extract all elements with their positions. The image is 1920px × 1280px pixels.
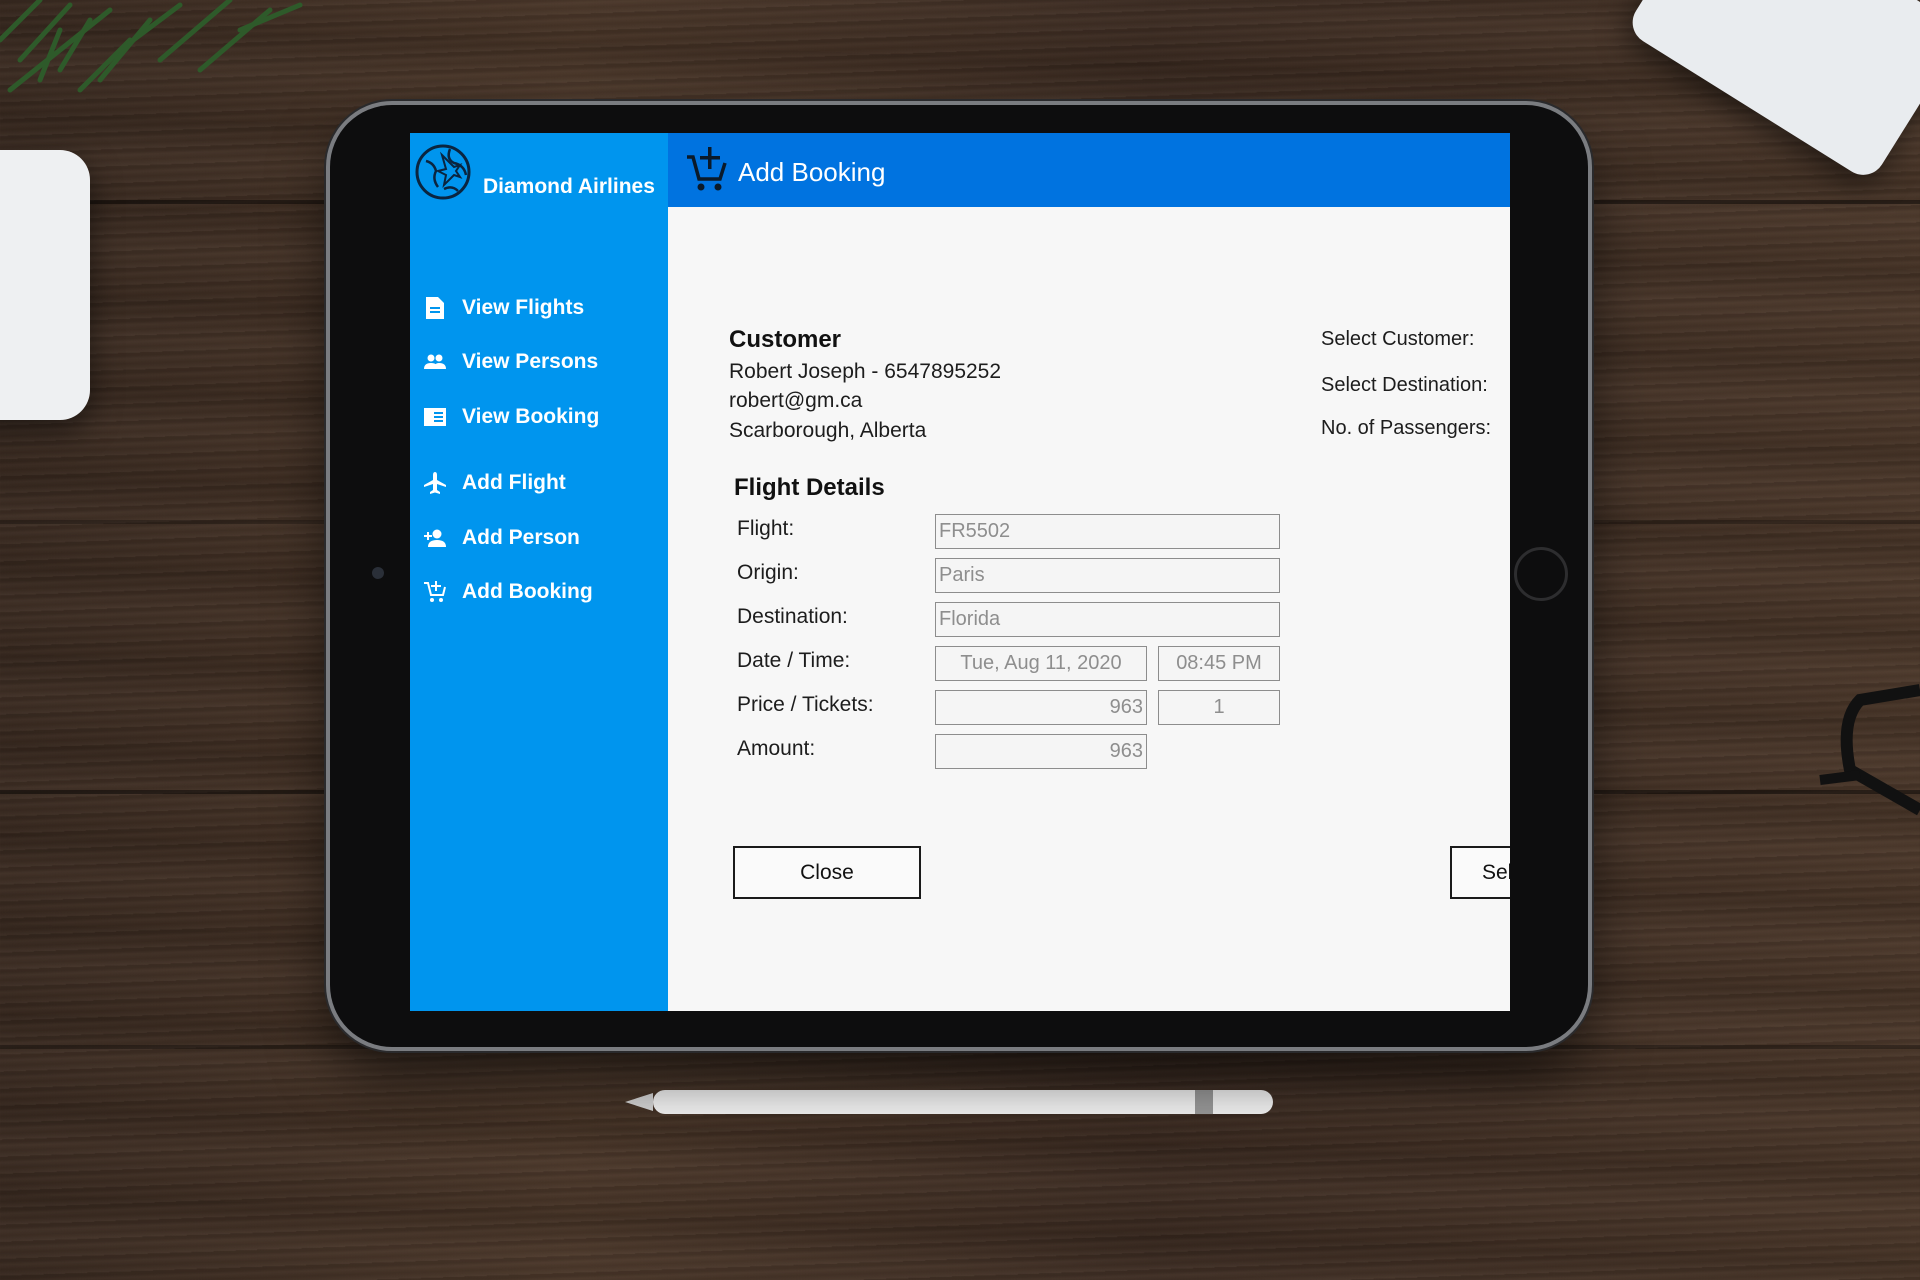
camera-dot	[372, 567, 384, 579]
time-field[interactable]: 08:45 PM	[1158, 646, 1280, 681]
tablet-device: Diamond Airlines View Flights View Perso…	[330, 105, 1588, 1047]
page-title: Add Booking	[738, 157, 886, 187]
sidebar-item-view-persons[interactable]: View Persons	[424, 350, 598, 374]
origin-field[interactable]: Paris	[935, 558, 1280, 593]
sidebar-item-add-flight[interactable]: Add Flight	[424, 471, 566, 495]
brand-name: Diamond Airlines	[483, 175, 655, 198]
date-field[interactable]: Tue, Aug 11, 2020	[935, 646, 1147, 681]
app-screen: Diamond Airlines View Flights View Perso…	[410, 133, 1510, 1011]
eyeglasses-decoration	[1819, 684, 1920, 816]
select-destination-label: Select Destination:	[1321, 374, 1488, 396]
price-field[interactable]: 963	[935, 690, 1147, 725]
brand: Diamond Airlines	[414, 141, 655, 201]
sidebar-item-label: Add Flight	[462, 471, 566, 494]
destination-label: Destination:	[737, 605, 848, 628]
sidebar-item-label: Add Booking	[462, 580, 593, 603]
home-button[interactable]	[1514, 547, 1568, 601]
flight-label: Flight:	[737, 517, 795, 540]
close-button[interactable]: Close	[733, 846, 921, 899]
destination-field[interactable]: Florida	[935, 602, 1280, 637]
sidebar-item-view-flights[interactable]: View Flights	[424, 296, 584, 320]
passengers-label: No. of Passengers:	[1321, 417, 1492, 439]
datetime-label: Date / Time:	[737, 649, 851, 672]
select-customer-label: Select Customer:	[1321, 328, 1475, 350]
add-person-icon	[424, 527, 446, 549]
price-tickets-label: Price / Tickets:	[737, 693, 874, 716]
phone-decoration	[1624, 0, 1920, 184]
sidebar-item-view-booking[interactable]: View Booking	[424, 405, 599, 429]
flight-details-heading: Flight Details	[734, 474, 885, 501]
sidebar: Diamond Airlines View Flights View Perso…	[410, 133, 668, 1011]
stylus-pencil-decoration	[625, 1090, 1273, 1114]
sidebar-item-label: View Persons	[462, 350, 599, 373]
amount-field[interactable]: 963	[935, 734, 1147, 769]
customer-heading: Customer	[729, 326, 842, 353]
pine-branch-decoration	[0, 0, 303, 93]
airplane-icon	[424, 472, 446, 494]
tickets-field[interactable]: 1	[1158, 690, 1280, 725]
document-icon	[424, 297, 446, 319]
add-cart-icon	[687, 147, 727, 191]
booking-list-icon	[424, 406, 446, 428]
people-icon	[424, 351, 446, 373]
customer-email: robert@gm.ca	[729, 389, 863, 412]
add-cart-icon	[424, 581, 446, 603]
sidebar-item-label: Add Person	[462, 526, 580, 549]
select-button[interactable]: Sel	[1450, 846, 1510, 899]
amount-label: Amount:	[737, 737, 816, 760]
sidebar-item-label: View Booking	[462, 405, 600, 428]
sidebar-item-label: View Flights	[462, 296, 585, 319]
globe-plane-logo-icon	[415, 144, 471, 200]
flight-field[interactable]: FR5502	[935, 514, 1280, 549]
customer-address: Scarborough, Alberta	[729, 419, 927, 442]
laptop-corner-decoration	[0, 150, 90, 420]
customer-name-phone: Robert Joseph - 6547895252	[729, 360, 1002, 383]
sidebar-item-add-booking[interactable]: Add Booking	[424, 580, 593, 604]
sidebar-item-add-person[interactable]: Add Person	[424, 526, 580, 550]
origin-label: Origin:	[737, 561, 799, 584]
page-header: Add Booking	[668, 133, 1510, 207]
